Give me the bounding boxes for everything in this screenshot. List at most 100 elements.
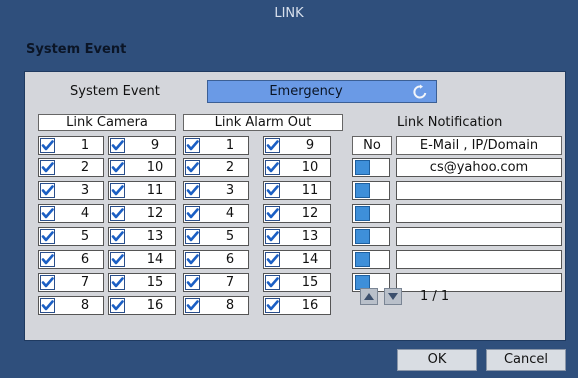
link-camera-item[interactable]: 2 xyxy=(38,158,104,177)
link-camera-item[interactable]: 15 xyxy=(108,273,176,292)
notification-address-field[interactable] xyxy=(396,250,562,269)
checkbox-checked[interactable] xyxy=(40,275,55,290)
link-camera-item[interactable]: 6 xyxy=(38,250,104,269)
link-alarm-out-item[interactable]: 12 xyxy=(263,204,331,223)
checkmark-icon xyxy=(186,208,199,219)
checkbox-checked[interactable] xyxy=(110,206,125,221)
system-event-select[interactable]: Emergency xyxy=(207,80,437,103)
link-alarm-out-item[interactable]: 11 xyxy=(263,181,331,200)
checkbox-checked[interactable] xyxy=(40,183,55,198)
link-alarm-out-item[interactable]: 4 xyxy=(183,204,249,223)
checkbox-checked[interactable] xyxy=(110,160,125,175)
checkbox-checked[interactable] xyxy=(40,206,55,221)
link-alarm-out-item[interactable]: 13 xyxy=(263,227,331,246)
checkmark-icon xyxy=(41,277,54,288)
checkbox-checked[interactable] xyxy=(265,160,280,175)
notification-address-field[interactable] xyxy=(396,204,562,223)
link-dialog: LINK System Event System Event Emergency… xyxy=(0,0,578,378)
link-alarm-out-item[interactable]: 14 xyxy=(263,250,331,269)
checkbox-checked[interactable] xyxy=(40,252,55,267)
checkbox-checked[interactable] xyxy=(40,138,55,153)
link-camera-item[interactable]: 14 xyxy=(108,250,176,269)
link-camera-item[interactable]: 16 xyxy=(108,296,176,315)
refresh-icon[interactable] xyxy=(412,84,428,100)
checkbox-checked[interactable] xyxy=(110,183,125,198)
cancel-button[interactable]: Cancel xyxy=(486,349,566,371)
link-alarm-out-item[interactable]: 5 xyxy=(183,227,249,246)
arrow-down-icon xyxy=(388,293,398,300)
checkbox-checked[interactable] xyxy=(40,229,55,244)
checkbox-unchecked[interactable] xyxy=(355,206,370,221)
checkbox-checked[interactable] xyxy=(185,275,200,290)
notification-checkbox[interactable] xyxy=(352,204,390,223)
checkbox-checked[interactable] xyxy=(185,252,200,267)
page-up-button[interactable] xyxy=(360,288,378,305)
notification-address-field[interactable] xyxy=(396,181,562,200)
link-camera-number: 4 xyxy=(80,206,90,221)
checkbox-checked[interactable] xyxy=(185,138,200,153)
link-camera-item[interactable]: 11 xyxy=(108,181,176,200)
link-alarm-out-item[interactable]: 15 xyxy=(263,273,331,292)
notification-address-field[interactable]: cs@yahoo.com xyxy=(396,158,562,177)
checkmark-icon xyxy=(111,231,124,242)
link-alarm-out-item[interactable]: 6 xyxy=(183,250,249,269)
link-alarm-out-item[interactable]: 16 xyxy=(263,296,331,315)
link-camera-item[interactable]: 7 xyxy=(38,273,104,292)
checkbox-checked[interactable] xyxy=(185,206,200,221)
checkbox-checked[interactable] xyxy=(265,298,280,313)
checkbox-checked[interactable] xyxy=(265,206,280,221)
link-camera-header: Link Camera xyxy=(38,114,176,131)
link-alarm-out-item[interactable]: 3 xyxy=(183,181,249,200)
checkbox-checked[interactable] xyxy=(265,252,280,267)
checkbox-checked[interactable] xyxy=(185,229,200,244)
link-alarm-out-number: 13 xyxy=(301,229,319,244)
link-camera-item[interactable]: 9 xyxy=(108,136,176,155)
checkbox-unchecked[interactable] xyxy=(355,183,370,198)
link-camera-number: 3 xyxy=(80,183,90,198)
checkbox-checked[interactable] xyxy=(265,138,280,153)
link-alarm-out-number: 1 xyxy=(225,138,235,153)
link-camera-item[interactable]: 4 xyxy=(38,204,104,223)
checkbox-checked[interactable] xyxy=(110,275,125,290)
ok-button[interactable]: OK xyxy=(397,349,477,371)
link-camera-item[interactable]: 13 xyxy=(108,227,176,246)
link-alarm-out-item[interactable]: 10 xyxy=(263,158,331,177)
link-camera-item[interactable]: 12 xyxy=(108,204,176,223)
notification-checkbox[interactable] xyxy=(352,250,390,269)
checkbox-checked[interactable] xyxy=(110,229,125,244)
link-camera-item[interactable]: 10 xyxy=(108,158,176,177)
link-camera-item[interactable]: 8 xyxy=(38,296,104,315)
link-alarm-out-item[interactable]: 9 xyxy=(263,136,331,155)
link-alarm-out-item[interactable]: 1 xyxy=(183,136,249,155)
link-alarm-out-item[interactable]: 2 xyxy=(183,158,249,177)
notification-checkbox[interactable] xyxy=(352,181,390,200)
checkbox-checked[interactable] xyxy=(185,160,200,175)
checkbox-checked[interactable] xyxy=(110,298,125,313)
checkbox-unchecked[interactable] xyxy=(355,160,370,175)
checkbox-checked[interactable] xyxy=(40,298,55,313)
checkmark-icon xyxy=(266,162,279,173)
notification-address-field[interactable] xyxy=(396,227,562,246)
link-camera-item[interactable]: 5 xyxy=(38,227,104,246)
link-alarm-out-number: 3 xyxy=(225,183,235,198)
checkbox-checked[interactable] xyxy=(110,252,125,267)
notification-email-header: E-Mail , IP/Domain xyxy=(396,136,562,155)
checkbox-unchecked[interactable] xyxy=(355,229,370,244)
checkbox-checked[interactable] xyxy=(40,160,55,175)
notification-checkbox[interactable] xyxy=(352,158,390,177)
link-alarm-out-item[interactable]: 8 xyxy=(183,296,249,315)
checkmark-icon xyxy=(111,300,124,311)
checkbox-checked[interactable] xyxy=(110,138,125,153)
notification-checkbox[interactable] xyxy=(352,227,390,246)
checkbox-checked[interactable] xyxy=(185,298,200,313)
checkmark-icon xyxy=(266,277,279,288)
checkbox-checked[interactable] xyxy=(185,183,200,198)
link-camera-item[interactable]: 3 xyxy=(38,181,104,200)
link-alarm-out-item[interactable]: 7 xyxy=(183,273,249,292)
checkbox-checked[interactable] xyxy=(265,183,280,198)
checkbox-checked[interactable] xyxy=(265,229,280,244)
checkbox-unchecked[interactable] xyxy=(355,252,370,267)
page-down-button[interactable] xyxy=(384,288,402,305)
checkbox-checked[interactable] xyxy=(265,275,280,290)
link-camera-item[interactable]: 1 xyxy=(38,136,104,155)
